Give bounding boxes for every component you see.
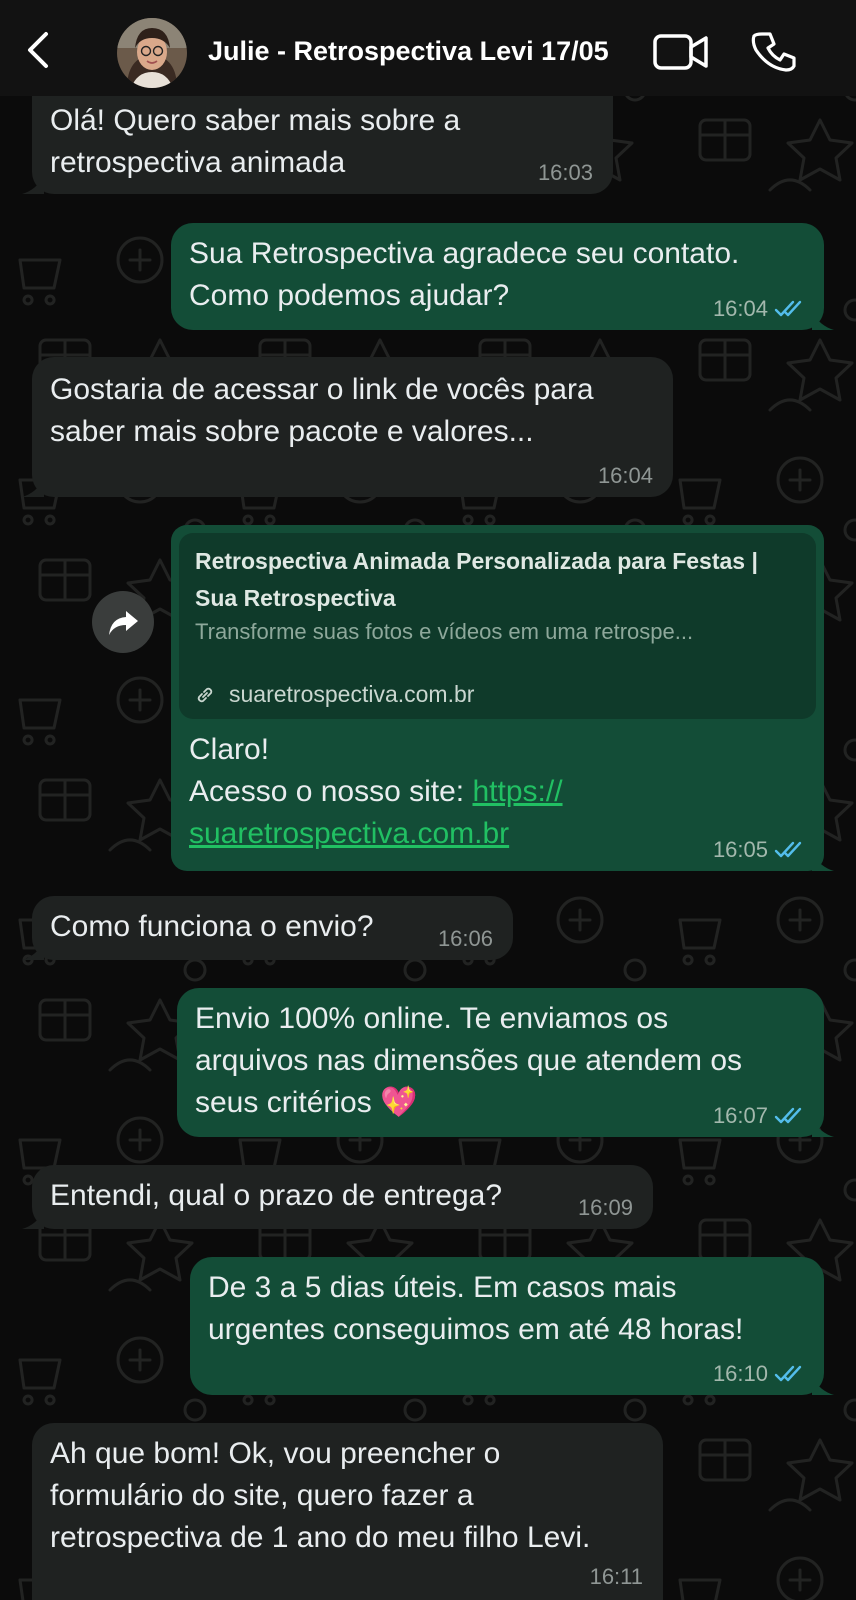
message-text: De 3 a 5 dias úteis. Em casos mais [208, 1271, 677, 1304]
video-camera-icon [653, 34, 708, 70]
message-incoming[interactable]: Gostaria de acessar o link de vocês para… [22, 357, 673, 497]
message-text: Como funciona o envio? [50, 910, 374, 943]
forward-arrow-icon [109, 611, 138, 635]
message-text: seus critérios 💖 [195, 1086, 418, 1119]
message-incoming[interactable]: Olá! Quero saber mais sobre a retrospect… [22, 94, 613, 194]
message-text: arquivos nas dimensões que atendem os [195, 1044, 743, 1077]
message-text: Claro! [189, 733, 270, 766]
voice-call-button[interactable] [750, 28, 798, 76]
double-check-icon [774, 1365, 802, 1382]
message-outgoing-link[interactable]: Retrospectiva Animada Personalizada para… [171, 525, 834, 871]
link-preview-title: Retrospectiva Animada Personalizada para… [195, 548, 758, 611]
message-text: Ah que bom! Ok, vou preencher o [50, 1437, 501, 1470]
chevron-left-icon [28, 32, 48, 68]
site-link[interactable]: suaretrospectiva.com.br [189, 817, 509, 850]
link-preview-card[interactable]: Retrospectiva Animada Personalizada para… [179, 533, 816, 719]
message-time: 16:04 [597, 463, 653, 488]
avatar-image [117, 18, 187, 88]
message-time: 16:07 [712, 1103, 768, 1128]
message-text: formulário do site, quero fazer a [50, 1479, 474, 1512]
message-text: Entendi, qual o prazo de entrega? [50, 1179, 503, 1212]
bubble-tail [22, 176, 44, 194]
message-text: Envio 100% online. Te enviamos os [195, 1002, 669, 1035]
message-meta: 16:05 [713, 837, 804, 863]
message-meta: 16:04 [713, 296, 804, 322]
double-check-icon [774, 1107, 802, 1124]
contact-avatar[interactable] [117, 18, 187, 88]
video-call-button[interactable] [652, 30, 710, 74]
phone-icon [751, 32, 796, 72]
bubble-tail [22, 942, 44, 960]
bubble-tail [22, 1211, 44, 1229]
message-text: Gostaria de acessar o link de vocês para [50, 373, 594, 406]
message-text: Olá! Quero saber mais sobre a [50, 104, 461, 137]
message-meta: 16:10 [713, 1361, 804, 1387]
message-time: 16:10 [712, 1361, 768, 1386]
site-link[interactable]: https:// [472, 775, 562, 808]
link-preview-description: Transforme suas fotos e vídeos em uma re… [195, 619, 694, 644]
message-time: 16:03 [537, 160, 593, 185]
message-meta: 16:09 [578, 1195, 633, 1221]
message-text-line: suaretrospectiva.com.br [189, 813, 509, 855]
bubble-tail [812, 853, 834, 871]
link-icon [197, 687, 213, 703]
message-text: retrospectiva de 1 ano do meu filho Levi… [50, 1521, 591, 1554]
bubble-tail [812, 1377, 834, 1395]
message-meta: 16:06 [438, 926, 493, 952]
message-text: Como podemos ajudar? [189, 279, 510, 312]
message-text: retrospectiva animada [50, 146, 346, 179]
message-meta: 16:11 [590, 1564, 643, 1590]
message-meta: 16:07 [713, 1103, 804, 1129]
bubble-tail [22, 479, 44, 497]
message-incoming[interactable]: Como funciona o envio? 16:06 [22, 896, 513, 960]
link-preview-domain: suaretrospectiva.com.br [229, 681, 475, 707]
message-meta: 16:04 [598, 463, 653, 489]
message-time: 16:06 [437, 926, 493, 951]
message-outgoing[interactable]: De 3 a 5 dias úteis. Em casos mais urgen… [190, 1257, 834, 1395]
message-text: Sua Retrospectiva agradece seu contato. [189, 237, 740, 270]
double-check-icon [774, 841, 802, 858]
chat-header: Julie - Retrospectiva Levi 17/05 [0, 0, 856, 96]
back-button[interactable] [20, 30, 60, 70]
message-time: 16:04 [712, 296, 768, 321]
message-outgoing[interactable]: Sua Retrospectiva agradece seu contato. … [171, 223, 834, 330]
chat-title[interactable]: Julie - Retrospectiva Levi 17/05 [208, 36, 609, 67]
message-text: urgentes conseguimos em até 48 horas! [208, 1313, 744, 1346]
message-time: 16:05 [712, 837, 768, 862]
bubble-tail [812, 1119, 834, 1137]
message-incoming[interactable]: Entendi, qual o prazo de entrega? 16:09 [22, 1165, 653, 1229]
message-outgoing[interactable]: Envio 100% online. Te enviamos os arquiv… [177, 988, 834, 1137]
message-time: 16:11 [589, 1564, 643, 1589]
message-time: 16:09 [577, 1195, 633, 1220]
forward-button[interactable] [92, 591, 154, 653]
message-text: Acesso o nosso site: [189, 775, 473, 808]
message-text: saber mais sobre pacote e valores... [50, 415, 534, 448]
message-text-line: Acesso o nosso site: https:// [189, 771, 563, 813]
message-incoming[interactable]: Ah que bom! Ok, vou preencher o formulár… [32, 1423, 663, 1600]
message-meta: 16:03 [538, 160, 593, 186]
double-check-icon [774, 300, 802, 317]
bubble-tail [812, 312, 834, 330]
